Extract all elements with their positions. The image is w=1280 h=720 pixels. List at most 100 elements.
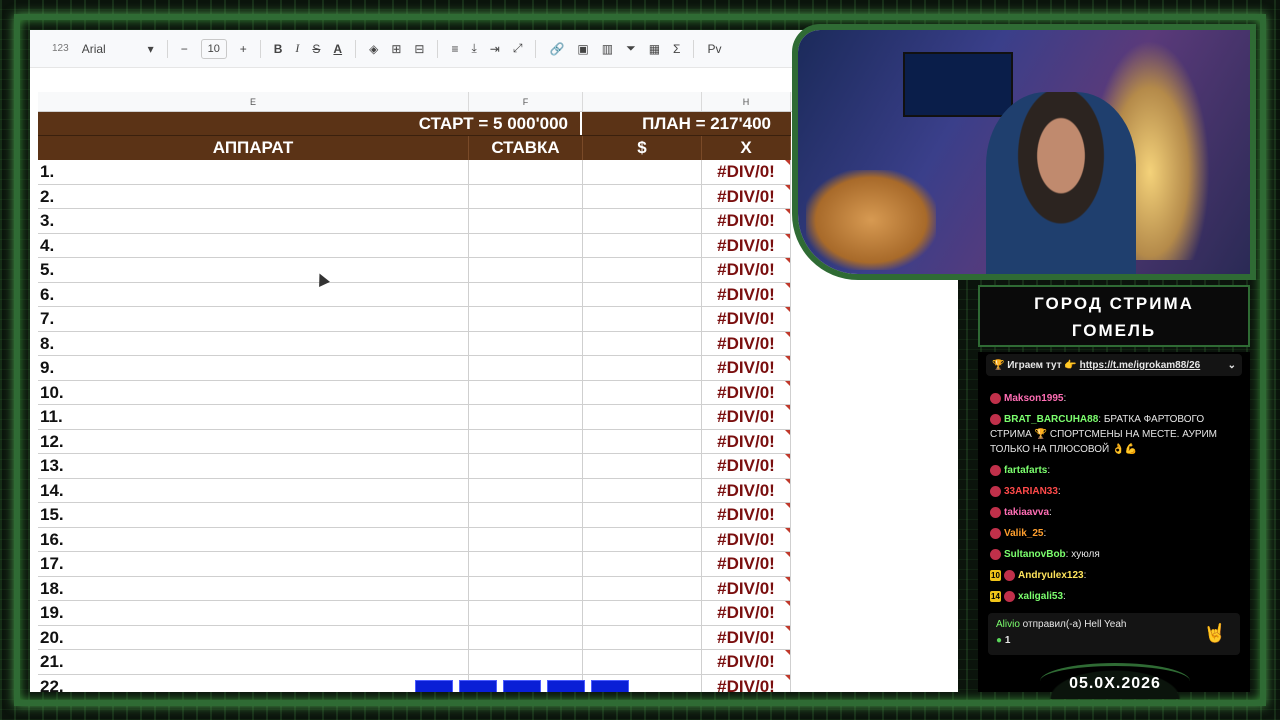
row-number-cell[interactable]: 20. — [38, 625, 469, 649]
x-cell[interactable]: #DIV/0! — [702, 601, 791, 625]
italic-button[interactable]: I — [295, 38, 299, 60]
header-x[interactable]: X — [702, 136, 791, 160]
bet-cell[interactable] — [469, 503, 583, 527]
bet-cell[interactable] — [469, 429, 583, 453]
bet-cell[interactable] — [469, 478, 583, 502]
format-number-button[interactable]: 123 — [52, 38, 69, 60]
chat-username[interactable]: xaligali53 — [1018, 591, 1063, 602]
dollar-cell[interactable] — [583, 478, 702, 502]
filter-views-icon[interactable]: ▦ — [649, 38, 660, 60]
filter-icon[interactable]: ⏷ — [626, 38, 636, 60]
row-number-cell[interactable]: 17. — [38, 552, 469, 576]
dollar-cell[interactable] — [583, 331, 702, 355]
row-number-cell[interactable]: 13. — [38, 454, 469, 478]
bet-cell[interactable] — [469, 454, 583, 478]
row-number-cell[interactable]: 15. — [38, 503, 469, 527]
x-cell[interactable]: #DIV/0! — [702, 527, 791, 551]
x-cell[interactable]: #DIV/0! — [702, 650, 791, 674]
x-cell[interactable]: #DIV/0! — [702, 625, 791, 649]
row-number-cell[interactable]: 2. — [38, 184, 469, 208]
x-cell[interactable]: #DIV/0! — [702, 160, 791, 184]
dollar-cell[interactable] — [583, 527, 702, 551]
header-device[interactable]: АППАРАТ — [38, 136, 469, 160]
bet-cell[interactable] — [469, 625, 583, 649]
dollar-cell[interactable] — [583, 380, 702, 404]
row-number-cell[interactable]: 7. — [38, 307, 469, 331]
bet-cell[interactable] — [469, 552, 583, 576]
bet-cell[interactable] — [469, 527, 583, 551]
dollar-cell[interactable] — [583, 160, 702, 184]
align-left-icon[interactable]: ≡ — [451, 38, 458, 60]
dollar-cell[interactable] — [583, 650, 702, 674]
vertical-align-icon[interactable]: ⤓ — [471, 38, 476, 60]
dollar-cell[interactable] — [583, 233, 702, 257]
dollar-cell[interactable] — [583, 184, 702, 208]
x-cell[interactable]: #DIV/0! — [702, 184, 791, 208]
insert-comment-icon[interactable]: ▣ — [577, 38, 588, 60]
x-cell[interactable]: #DIV/0! — [702, 405, 791, 429]
plan-cell[interactable]: ПЛАН = 217'400 — [582, 112, 779, 135]
bet-cell[interactable] — [469, 209, 583, 233]
chevron-down-icon[interactable]: ⌄ — [1228, 360, 1236, 371]
borders-icon[interactable]: ⊞ — [391, 38, 401, 60]
text-wrap-icon[interactable]: ⇥ — [490, 38, 500, 60]
font-size-input[interactable]: 10 — [200, 38, 227, 59]
row-number-cell[interactable]: 1. — [38, 160, 469, 184]
x-cell[interactable]: #DIV/0! — [702, 331, 791, 355]
dollar-cell[interactable] — [583, 282, 702, 306]
row-number-cell[interactable]: 11. — [38, 405, 469, 429]
row-number-cell[interactable]: 14. — [38, 478, 469, 502]
dollar-cell[interactable] — [583, 405, 702, 429]
increase-font-size-button[interactable]: + — [240, 38, 247, 60]
font-select[interactable]: Arial ▾ — [82, 38, 154, 60]
bet-cell[interactable] — [469, 258, 583, 282]
start-cell[interactable]: СТАРТ = 5 000'000 — [38, 112, 582, 135]
bet-cell[interactable] — [469, 160, 583, 184]
bet-cell[interactable] — [469, 233, 583, 257]
text-rotation-icon[interactable]: ⤢ — [513, 38, 523, 60]
row-number-cell[interactable]: 18. — [38, 576, 469, 600]
row-number-cell[interactable]: 3. — [38, 209, 469, 233]
bet-cell[interactable] — [469, 576, 583, 600]
dollar-cell[interactable] — [583, 258, 702, 282]
bet-cell[interactable] — [469, 380, 583, 404]
bet-cell[interactable] — [469, 650, 583, 674]
row-number-cell[interactable]: 8. — [38, 331, 469, 355]
chat-username[interactable]: 33ARIAN33 — [1004, 486, 1058, 497]
bet-cell[interactable] — [469, 405, 583, 429]
x-cell[interactable]: #DIV/0! — [702, 380, 791, 404]
row-number-cell[interactable]: 19. — [38, 601, 469, 625]
x-cell[interactable]: #DIV/0! — [702, 674, 791, 692]
chat-username[interactable]: Andryulex123 — [1018, 570, 1084, 581]
bet-cell[interactable] — [469, 184, 583, 208]
column-header-e[interactable]: E — [38, 92, 469, 111]
bet-cell[interactable] — [469, 601, 583, 625]
gift-user[interactable]: Alivio — [996, 619, 1020, 630]
dollar-cell[interactable] — [583, 209, 702, 233]
chat-username[interactable]: Valik_25 — [1004, 528, 1043, 539]
dollar-cell[interactable] — [583, 307, 702, 331]
x-cell[interactable]: #DIV/0! — [702, 503, 791, 527]
chat-username[interactable]: fartafarts — [1004, 465, 1047, 476]
functions-button[interactable]: Σ — [673, 38, 680, 60]
row-number-cell[interactable]: 22. — [38, 674, 469, 692]
merge-cells-icon[interactable]: ⊟ — [414, 38, 424, 60]
strikethrough-button[interactable]: S — [312, 38, 320, 60]
chat-username[interactable]: SultanovBob — [1004, 549, 1066, 560]
bold-button[interactable]: B — [274, 38, 283, 60]
dollar-cell[interactable] — [583, 503, 702, 527]
x-cell[interactable]: #DIV/0! — [702, 258, 791, 282]
column-header-g[interactable] — [583, 92, 702, 111]
row-number-cell[interactable]: 6. — [38, 282, 469, 306]
pinned-link[interactable]: https://t.me/igrokam88/26 — [1080, 360, 1201, 371]
row-number-cell[interactable]: 12. — [38, 429, 469, 453]
x-cell[interactable]: #DIV/0! — [702, 552, 791, 576]
bet-cell[interactable] — [469, 282, 583, 306]
header-bet[interactable]: СТАВКА — [469, 136, 583, 160]
row-number-cell[interactable]: 10. — [38, 380, 469, 404]
bet-cell[interactable] — [469, 331, 583, 355]
x-cell[interactable]: #DIV/0! — [702, 356, 791, 380]
bet-cell[interactable] — [469, 356, 583, 380]
dollar-cell[interactable] — [583, 625, 702, 649]
insert-link-icon[interactable]: 🔗 — [549, 38, 564, 60]
